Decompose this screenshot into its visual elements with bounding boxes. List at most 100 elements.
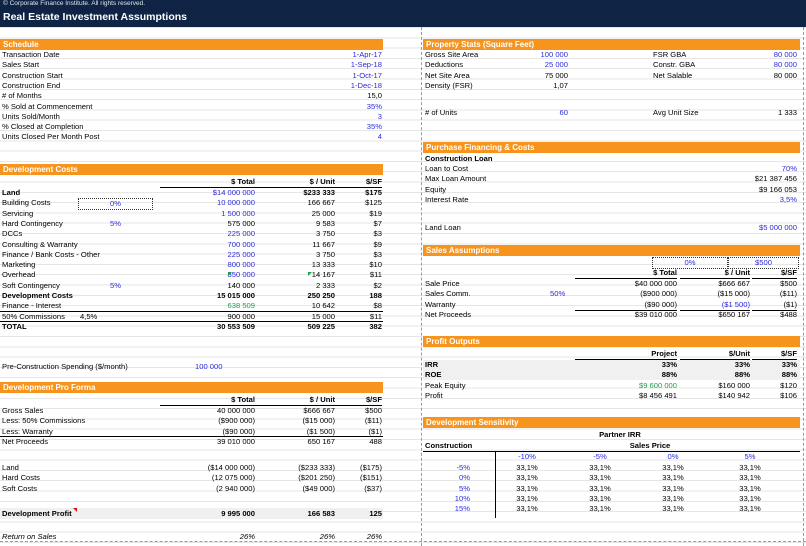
sensitivity-cell: 33,1% (589, 463, 611, 472)
dev-cost-total[interactable]: 10 000 000 (160, 198, 255, 208)
financing-value[interactable]: 3,5% (680, 195, 797, 205)
sensitivity-col-label[interactable]: -5% (570, 452, 630, 462)
sales-per-unit: $666 667 (718, 279, 750, 288)
sensitivity-cell: 33,1% (516, 504, 538, 514)
sales-section-bar: Sales Assumptions (423, 245, 800, 256)
dev-cost-per-unit: 3 750 (315, 229, 335, 239)
sales-label: Net Proceeds (425, 309, 472, 319)
sensitivity-cell: 33,1% (662, 483, 684, 493)
dev-cost-per-unit: 9 583 (315, 218, 335, 228)
schedule-label: # of Months (2, 91, 42, 101)
sensitivity-col-label[interactable]: 0% (643, 452, 703, 462)
units-value[interactable]: 60 (490, 108, 568, 118)
pro-forma-per-sf: $500 (365, 406, 382, 415)
sensitivity-col-header: Sales Price (629, 441, 671, 450)
property-label: Net Site Area (425, 70, 470, 80)
building-costs-input[interactable]: 0% (78, 198, 153, 211)
schedule-label: Units Closed Per Month Post (2, 132, 100, 142)
dev-cost-per-sf: $125 (365, 198, 382, 208)
property-value[interactable]: 80 000 (715, 50, 797, 60)
dev-cost-total[interactable]: 700 000 (160, 240, 255, 250)
comment-marker[interactable] (308, 272, 312, 276)
dev-cost-per-sf: $9 (373, 239, 382, 249)
profit-outputs-section-bar: Profit Outputs (423, 336, 800, 347)
land-total[interactable]: $14 000 000 (160, 188, 255, 198)
profit-column-header: $/SF (752, 349, 797, 360)
pro-forma-cost-label: Soft Costs (2, 483, 38, 493)
dev-cost-per-sf: $3 (373, 229, 382, 239)
sensitivity-cell: 33,1% (739, 504, 761, 514)
sensitivity-row-header: Construction (425, 441, 473, 450)
comment-marker[interactable] (73, 508, 77, 512)
dev-cost-total[interactable]: 850 000 (160, 270, 255, 280)
dev-cost-per-unit: 2 333 (315, 280, 335, 290)
property-value[interactable]: 100 000 (490, 50, 568, 60)
dev-cost-total[interactable]: 225 000 (160, 229, 255, 239)
profit-per-unit: 33% (734, 360, 750, 369)
sales-column-header: $ / Unit (680, 268, 750, 279)
schedule-label: Construction End (2, 80, 61, 90)
page-break-vertical (421, 27, 422, 546)
schedule-value[interactable]: 1-Oct-17 (300, 71, 382, 81)
profit-per-sf: $120 (780, 380, 797, 390)
land-per-unit: $233 333 (303, 188, 335, 197)
dev-total-rule (0, 310, 383, 312)
dev-cost-per-unit: 166 667 (307, 198, 335, 208)
sensitivity-cell: 33,1% (516, 493, 538, 503)
pre-construction-value[interactable]: 100 000 (195, 362, 222, 372)
schedule-value[interactable]: 35% (300, 122, 382, 132)
sensitivity-cell: 33,1% (516, 473, 538, 483)
land-loan-label: Land Loan (425, 223, 461, 232)
dev-cost-total[interactable]: 800 000 (160, 260, 255, 270)
schedule-value[interactable]: 1-Apr-17 (300, 50, 382, 60)
unit-size-label: Avg Unit Size (653, 108, 699, 117)
contingency-pct[interactable]: 5% (110, 219, 121, 229)
schedule-section-bar: Schedule (0, 39, 383, 50)
profit-project: 33% (661, 360, 677, 369)
dev-cost-per-unit: 13 333 (311, 260, 335, 270)
sensitivity-row-label[interactable]: 10% (430, 494, 470, 504)
pro-forma-cost-per-unit: ($233 333) (298, 463, 335, 472)
schedule-label: Sales Start (2, 60, 40, 70)
dev-cost-total[interactable]: 1 500 000 (160, 209, 255, 219)
sensitivity-col-label[interactable]: 5% (720, 452, 780, 462)
property-value[interactable]: 80 000 (715, 60, 797, 70)
pro-forma-label: Net Proceeds (2, 436, 49, 446)
sensitivity-row-label[interactable]: 15% (430, 504, 470, 514)
sensitivity-row-label[interactable]: -5% (430, 463, 470, 473)
dev-cost-total[interactable]: 225 000 (160, 250, 255, 260)
land-loan-value[interactable]: $5 000 000 (680, 223, 797, 233)
property-stats-section-bar: Property Stats (Square Feet) (423, 39, 800, 50)
financing-label: Interest Rate (425, 194, 469, 204)
schedule-value[interactable]: 4 (300, 132, 382, 142)
financing-value[interactable]: 70% (680, 164, 797, 174)
dev-cost-label: Marketing (2, 260, 36, 270)
profit-per-sf: $106 (780, 390, 797, 400)
contingency-pct[interactable]: 5% (110, 281, 121, 291)
financing-value: $9 166 053 (758, 184, 797, 194)
schedule-value[interactable]: 3 (300, 112, 382, 122)
sensitivity-cell: 33,1% (589, 504, 611, 514)
app-header: © Corporate Finance Institute. All right… (0, 0, 806, 27)
sensitivity-row-label[interactable]: 5% (430, 484, 470, 494)
sensitivity-cell: 33,1% (739, 483, 761, 493)
dev-cost-label: Hard Contingency (2, 218, 63, 228)
pro-forma-cost-per-unit: ($201 250) (298, 473, 335, 483)
pro-forma-per-sf: 488 (369, 436, 382, 446)
profit-project: 88% (661, 370, 677, 380)
sensitivity-cell: 33,1% (589, 483, 611, 493)
sensitivity-col-label[interactable]: -10% (497, 452, 557, 462)
sales-comm-pct[interactable]: 50% (550, 289, 565, 299)
development-profit-per-sf: 125 (369, 509, 382, 518)
dev-cost-per-sf: $10 (369, 260, 382, 270)
schedule-value[interactable]: 35% (300, 102, 382, 112)
sales-per-unit: ($15 000) (717, 289, 750, 299)
schedule-value[interactable]: 1-Sep-18 (300, 60, 382, 70)
sales-label: Sales Comm. (425, 289, 471, 299)
property-value[interactable]: 25 000 (490, 60, 568, 70)
comment-marker[interactable] (228, 272, 232, 276)
pro-forma-cost-label: Land (2, 463, 19, 472)
sensitivity-section-bar: Development Sensitivity (423, 417, 800, 428)
schedule-value[interactable]: 1-Dec-18 (300, 81, 382, 91)
sensitivity-row-label[interactable]: 0% (430, 473, 470, 483)
